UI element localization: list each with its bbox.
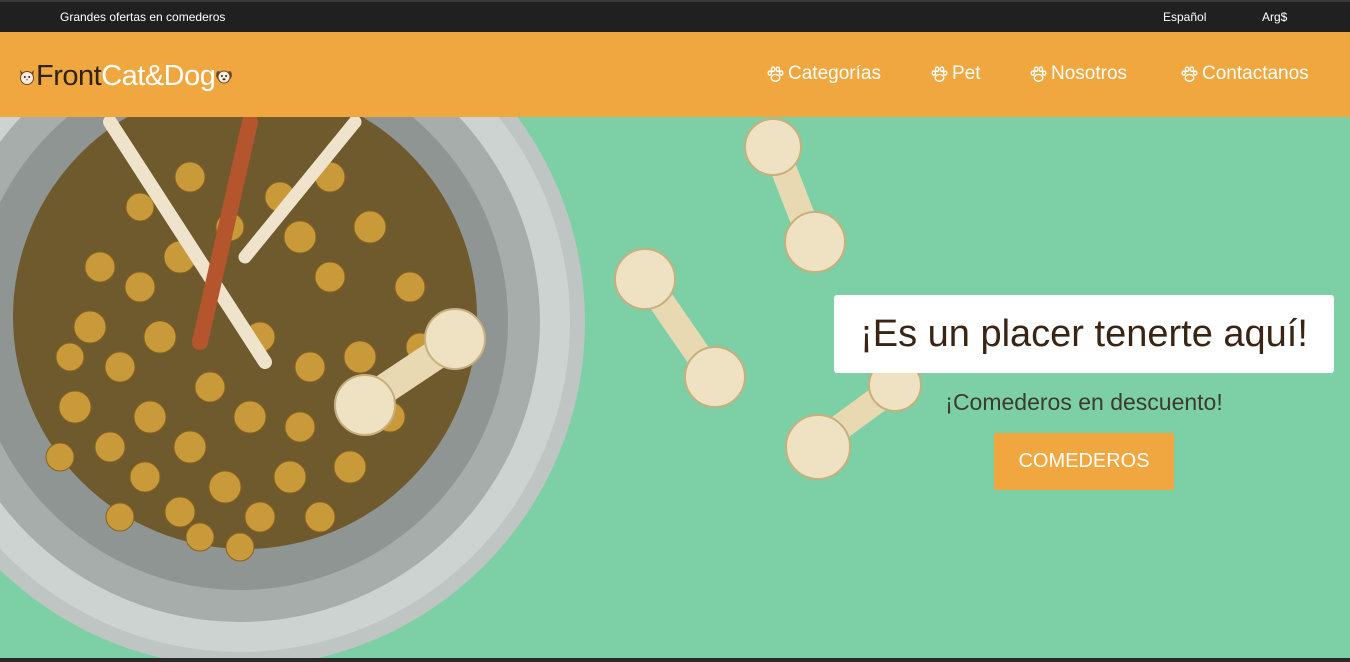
nav-item-label: Categorías — [788, 63, 881, 84]
nav-item-pet[interactable]: Pet — [930, 63, 981, 85]
paw-icon — [1029, 65, 1048, 84]
paw-icon — [930, 65, 949, 84]
nav-item-nosotros[interactable]: Nosotros — [1029, 63, 1127, 85]
hero-title-box: ¡Es un placer tenerte aquí! — [834, 295, 1334, 373]
language-selector[interactable]: Español — [1163, 10, 1206, 24]
bottom-divider — [0, 658, 1350, 662]
nav-item-label: Pet — [952, 63, 981, 84]
paw-icon — [1180, 65, 1199, 84]
paw-icon — [766, 65, 785, 84]
nav-item-categorias[interactable]: Categorías — [766, 63, 881, 85]
hero-title: ¡Es un placer tenerte aquí! — [860, 312, 1308, 355]
dog-face-icon — [215, 67, 233, 85]
nav-item-contactanos[interactable]: Contactanos — [1180, 63, 1309, 85]
top-bar: Grandes ofertas en comederos Español Arg… — [0, 0, 1350, 32]
hero-subtitle: ¡Comederos en descuento! — [945, 389, 1223, 415]
brand-logo[interactable]: FrontCat&Dog — [18, 58, 233, 94]
promo-text: Grandes ofertas en comederos — [60, 10, 226, 24]
nav-item-label: Nosotros — [1051, 63, 1128, 84]
pet-food-bowl-image — [0, 117, 922, 658]
nav-item-label: Contactanos — [1202, 63, 1309, 84]
cat-face-icon — [18, 67, 36, 85]
comederos-button[interactable]: COMEDEROS — [994, 433, 1174, 490]
currency-selector[interactable]: Arg$ — [1262, 10, 1287, 24]
hero-banner: ¡Es un placer tenerte aquí! ¡Comederos e… — [0, 117, 1350, 658]
navbar: FrontCat&Dog Categorías Pet Nosotros Con… — [0, 32, 1350, 117]
brand-name: FrontCat&Dog — [36, 59, 216, 92]
